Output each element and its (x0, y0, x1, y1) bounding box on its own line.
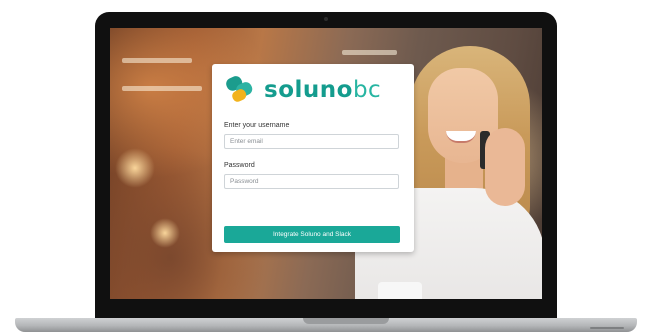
marketing-hero: solunobc Enter your username Password In… (0, 0, 651, 336)
username-label: Enter your username (224, 122, 290, 129)
coffee-cup-image (378, 282, 422, 299)
woman-hand (485, 128, 525, 206)
brand-wordmark: solunobc (264, 75, 381, 105)
password-label: Password (224, 162, 255, 169)
brand-name-accent: bc (352, 77, 382, 103)
background-lamp (150, 218, 180, 248)
background-lamp (115, 148, 155, 188)
laptop-lid: solunobc Enter your username Password In… (95, 12, 557, 318)
brand-logo: solunobc (224, 73, 406, 107)
login-card: solunobc Enter your username Password In… (212, 64, 414, 252)
laptop-hinge-notch (303, 318, 389, 324)
laptop-foot (590, 327, 624, 329)
laptop-screen: solunobc Enter your username Password In… (110, 28, 542, 299)
laptop-base (15, 318, 637, 332)
soluno-logo-icon (226, 76, 253, 102)
integrate-button[interactable]: Integrate Soluno and Slack (224, 226, 400, 243)
background-window-light (122, 86, 202, 91)
webcam-icon (324, 17, 328, 21)
username-input[interactable] (224, 134, 399, 149)
background-window-light (342, 50, 397, 55)
brand-name-main: soluno (264, 77, 353, 103)
password-input[interactable] (224, 174, 399, 189)
background-window-light (122, 58, 192, 63)
